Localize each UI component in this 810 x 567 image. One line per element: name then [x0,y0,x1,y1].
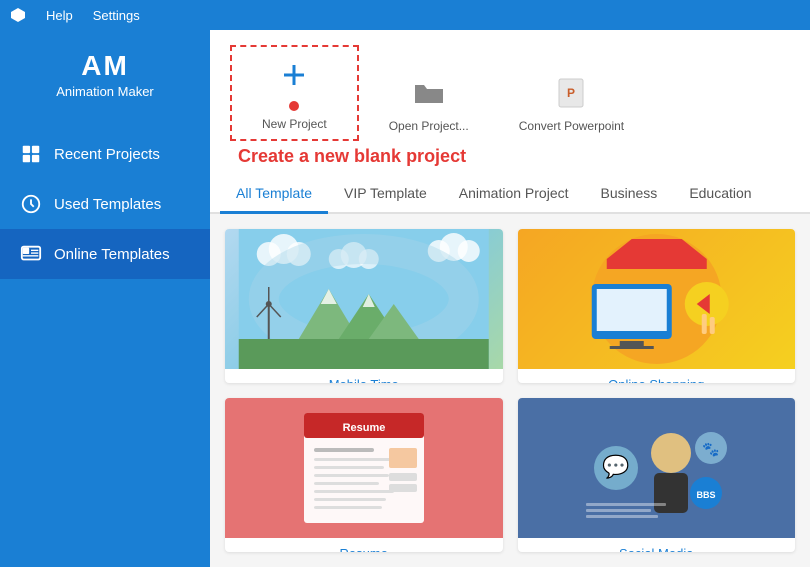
main-layout: AM Animation Maker Recent Projects Used … [0,30,810,567]
template-card-mobile-time[interactable]: Mobile Time [225,229,503,383]
svg-text:💬: 💬 [603,454,630,479]
template-name-mobile-time: Mobile Time [225,369,503,383]
template-thumb-online-shopping [518,229,796,369]
tabs-bar: All Template VIP Template Animation Proj… [210,175,810,214]
template-card-resume[interactable]: Resume [225,398,503,552]
svg-text:BBS: BBS [697,490,716,500]
recent-icon [20,143,42,165]
open-project-icon [409,73,449,113]
svg-text:🐾: 🐾 [703,441,720,458]
sidebar-label-recent: Recent Projects [54,146,160,163]
template-thumb-mobile-time [225,229,503,369]
action-buttons: New Project Open Project... [230,45,790,141]
template-thumb-resume: Resume [225,398,503,538]
template-card-online-shopping[interactable]: Online Shopping [518,229,796,383]
new-project-label: New Project [262,117,327,131]
template-name-resume: Resume [225,538,503,552]
logo-text: AM [81,50,129,82]
sidebar-item-online[interactable]: Online Templates [0,229,210,279]
sidebar-label-online: Online Templates [54,246,170,263]
red-dot [289,101,299,111]
create-hint: Create a new blank project [230,141,790,175]
convert-powerpoint-button[interactable]: P Convert Powerpoint [499,65,644,141]
open-project-button[interactable]: Open Project... [369,65,489,141]
content-area: New Project Open Project... [210,30,810,567]
tab-business[interactable]: Business [585,175,674,214]
menu-bar: Help Settings [0,0,810,30]
convert-label: Convert Powerpoint [519,119,624,133]
help-menu[interactable]: Help [46,8,73,23]
tab-education[interactable]: Education [673,175,767,214]
action-bar: New Project Open Project... [210,30,810,175]
open-project-label: Open Project... [389,119,469,133]
logo-area: AM Animation Maker [56,50,154,99]
sidebar-item-recent[interactable]: Recent Projects [0,129,210,179]
app-icon [10,7,26,23]
svg-text:P: P [567,86,575,100]
template-grid: Mobile Time [210,214,810,567]
tab-vip[interactable]: VIP Template [328,175,443,214]
sidebar-item-used[interactable]: Used Templates [0,179,210,229]
template-name-online-shopping: Online Shopping [518,369,796,383]
tab-all[interactable]: All Template [220,175,328,214]
svg-text:Resume: Resume [342,422,385,434]
used-icon [20,193,42,215]
settings-menu[interactable]: Settings [93,8,140,23]
convert-icon: P [551,73,591,113]
online-icon [20,243,42,265]
sidebar-label-used: Used Templates [54,196,161,213]
template-card-social[interactable]: 💬 🐾 BBS Social Media [518,398,796,552]
sidebar: AM Animation Maker Recent Projects Used … [0,30,210,567]
new-project-button[interactable]: New Project [230,45,359,141]
logo-subtitle: Animation Maker [56,84,154,99]
sidebar-nav: Recent Projects Used Templates Online Te… [0,129,210,279]
template-name-social: Social Media [518,538,796,552]
new-project-icon [274,55,314,95]
template-thumb-social: 💬 🐾 BBS [518,398,796,538]
tab-animation[interactable]: Animation Project [443,175,585,214]
